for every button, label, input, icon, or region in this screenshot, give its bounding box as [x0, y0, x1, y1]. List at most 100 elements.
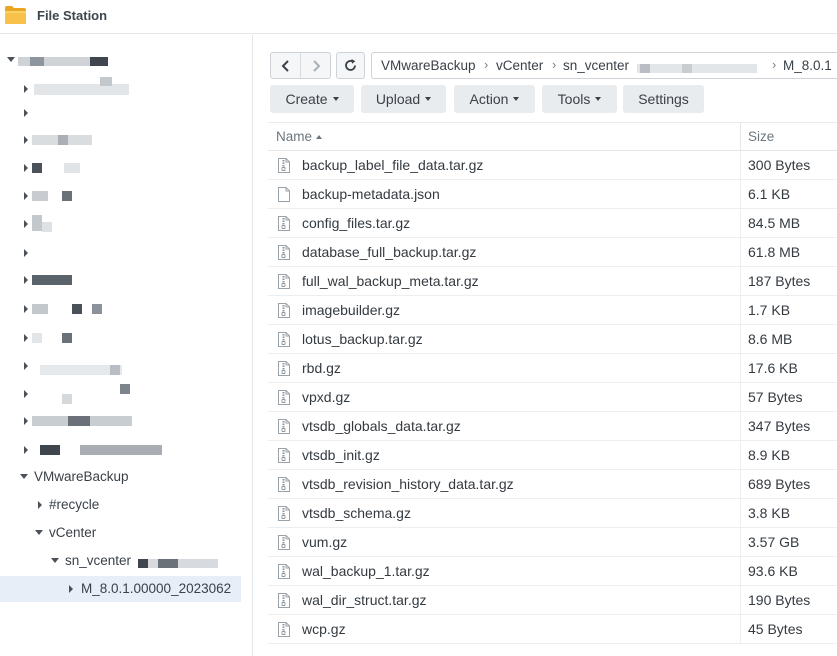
tree-item-redacted[interactable]: [0, 408, 253, 434]
breadcrumb-item[interactable]: sn_vcenter: [563, 58, 629, 73]
dropdown-arrow-icon: [425, 97, 432, 101]
back-button[interactable]: [271, 53, 300, 78]
create-button[interactable]: Create: [270, 85, 354, 113]
column-divider: [740, 586, 741, 614]
tree-item-redacted[interactable]: [0, 211, 253, 237]
redacted-block: [68, 416, 90, 426]
breadcrumb-item[interactable]: VMwareBackup: [381, 58, 476, 73]
column-divider[interactable]: [740, 123, 741, 151]
file-size: 61.8 MB: [748, 244, 801, 260]
tree-label: #recycle: [49, 497, 100, 512]
file-row[interactable]: vtsdb_init.gz 8.9 KB: [268, 441, 837, 470]
tree-item-redacted[interactable]: [0, 353, 253, 379]
archive-file-icon: [278, 535, 290, 550]
tree-item-recycle[interactable]: #recycle: [0, 492, 253, 518]
tree-item-redacted[interactable]: [0, 76, 253, 102]
caret-right-icon[interactable]: [24, 362, 28, 370]
tree-root[interactable]: [0, 48, 253, 74]
tree-item-redacted[interactable]: [0, 127, 253, 153]
action-label: Action: [469, 91, 509, 107]
settings-button[interactable]: Settings: [623, 85, 704, 113]
forward-button[interactable]: [300, 53, 330, 78]
column-divider: [740, 557, 741, 585]
breadcrumb-item[interactable]: M_8.0.1: [783, 58, 832, 73]
column-divider: [740, 615, 741, 643]
folder-tree[interactable]: VMwareBackup #recycle vCenter sn_vcenter…: [0, 35, 253, 656]
path-bar[interactable]: VMwareBackup › vCenter › sn_vcenter › M_…: [371, 52, 837, 79]
tree-item-redacted[interactable]: [0, 325, 253, 351]
file-row[interactable]: vtsdb_revision_history_data.tar.gz 689 By…: [268, 470, 837, 499]
caret-down-icon[interactable]: [7, 57, 15, 62]
caret-right-icon[interactable]: [24, 220, 28, 228]
refresh-button[interactable]: [336, 52, 365, 79]
tree-item-redacted[interactable]: [0, 100, 253, 126]
tree-item-redacted[interactable]: [0, 267, 253, 293]
tree-item-redacted[interactable]: [0, 437, 253, 463]
redacted-block: [32, 163, 42, 173]
column-header-name[interactable]: Name: [276, 129, 323, 144]
caret-right-icon[interactable]: [24, 334, 28, 342]
caret-right-icon[interactable]: [69, 585, 73, 593]
caret-right-icon[interactable]: [24, 249, 28, 257]
upload-button[interactable]: Upload: [361, 85, 446, 113]
file-row[interactable]: lotus_backup.tar.gz 8.6 MB: [268, 325, 837, 354]
archive-file-icon: [278, 303, 290, 318]
tree-item-redacted[interactable]: [0, 296, 253, 322]
redacted-label: [42, 222, 52, 232]
tree-item-selected-folder[interactable]: M_8.0.1.00000_2023062: [0, 576, 241, 602]
caret-down-icon[interactable]: [51, 558, 59, 563]
file-row[interactable]: config_files.tar.gz 84.5 MB: [268, 209, 837, 238]
tree-item-vcenter[interactable]: vCenter: [0, 520, 253, 546]
caret-right-icon[interactable]: [24, 446, 28, 454]
file-size: 93.6 KB: [748, 563, 798, 579]
caret-down-icon[interactable]: [20, 474, 28, 479]
tools-label: Tools: [557, 91, 591, 107]
caret-right-icon[interactable]: [24, 276, 28, 284]
caret-right-icon[interactable]: [24, 390, 28, 398]
caret-down-icon[interactable]: [35, 530, 43, 535]
caret-right-icon[interactable]: [38, 501, 42, 509]
file-row[interactable]: rbd.gz 17.6 KB: [268, 354, 837, 383]
file-row[interactable]: imagebuilder.gz 1.7 KB: [268, 296, 837, 325]
file-row[interactable]: wal_dir_struct.tar.gz 190 Bytes: [268, 586, 837, 615]
tree-item-redacted[interactable]: [0, 183, 253, 209]
file-name: vpxd.gz: [302, 389, 351, 405]
tree-item-redacted[interactable]: [0, 240, 253, 266]
caret-right-icon[interactable]: [24, 192, 28, 200]
redacted-block: [110, 365, 120, 375]
redacted-block: [92, 304, 102, 314]
action-button[interactable]: Action: [454, 85, 535, 113]
file-row[interactable]: vtsdb_schema.gz 3.8 KB: [268, 499, 837, 528]
file-row[interactable]: backup_label_file_data.tar.gz 300 Bytes: [268, 151, 837, 180]
file-row[interactable]: full_wal_backup_meta.tar.gz 187 Bytes: [268, 267, 837, 296]
redacted-block: [72, 304, 82, 314]
file-size: 187 Bytes: [748, 273, 811, 289]
column-header-size[interactable]: Size: [748, 129, 774, 144]
file-row[interactable]: backup-metadata.json 6.1 KB: [268, 180, 837, 209]
column-header-name-label: Name: [276, 129, 313, 144]
caret-right-icon[interactable]: [24, 109, 28, 117]
settings-label: Settings: [638, 91, 689, 107]
breadcrumb-item[interactable]: vCenter: [496, 58, 543, 73]
tree-item-redacted[interactable]: [0, 155, 253, 181]
file-row[interactable]: vtsdb_globals_data.tar.gz 347 Bytes: [268, 412, 837, 441]
breadcrumb-separator: ›: [772, 57, 777, 72]
tree-item-redacted[interactable]: [0, 381, 253, 407]
upload-label: Upload: [375, 91, 421, 107]
caret-right-icon[interactable]: [24, 136, 28, 144]
file-row[interactable]: database_full_backup.tar.gz 61.8 MB: [268, 238, 837, 267]
file-size: 300 Bytes: [748, 157, 811, 173]
file-row[interactable]: wcp.gz 45 Bytes: [268, 615, 837, 644]
file-row[interactable]: wal_backup_1.tar.gz 93.6 KB: [268, 557, 837, 586]
caret-right-icon[interactable]: [24, 85, 28, 93]
tree-item-vmwarebackup[interactable]: VMwareBackup: [0, 464, 253, 490]
caret-right-icon[interactable]: [24, 305, 28, 313]
tree-item-sn-vcenter[interactable]: sn_vcenter: [0, 548, 253, 574]
file-row[interactable]: vum.gz 3.57 GB: [268, 528, 837, 557]
redacted-block: [32, 275, 72, 285]
tools-button[interactable]: Tools: [542, 85, 617, 113]
file-row[interactable]: vpxd.gz 57 Bytes: [268, 383, 837, 412]
column-divider: [740, 267, 741, 295]
caret-right-icon[interactable]: [24, 417, 28, 425]
caret-right-icon[interactable]: [24, 164, 28, 172]
